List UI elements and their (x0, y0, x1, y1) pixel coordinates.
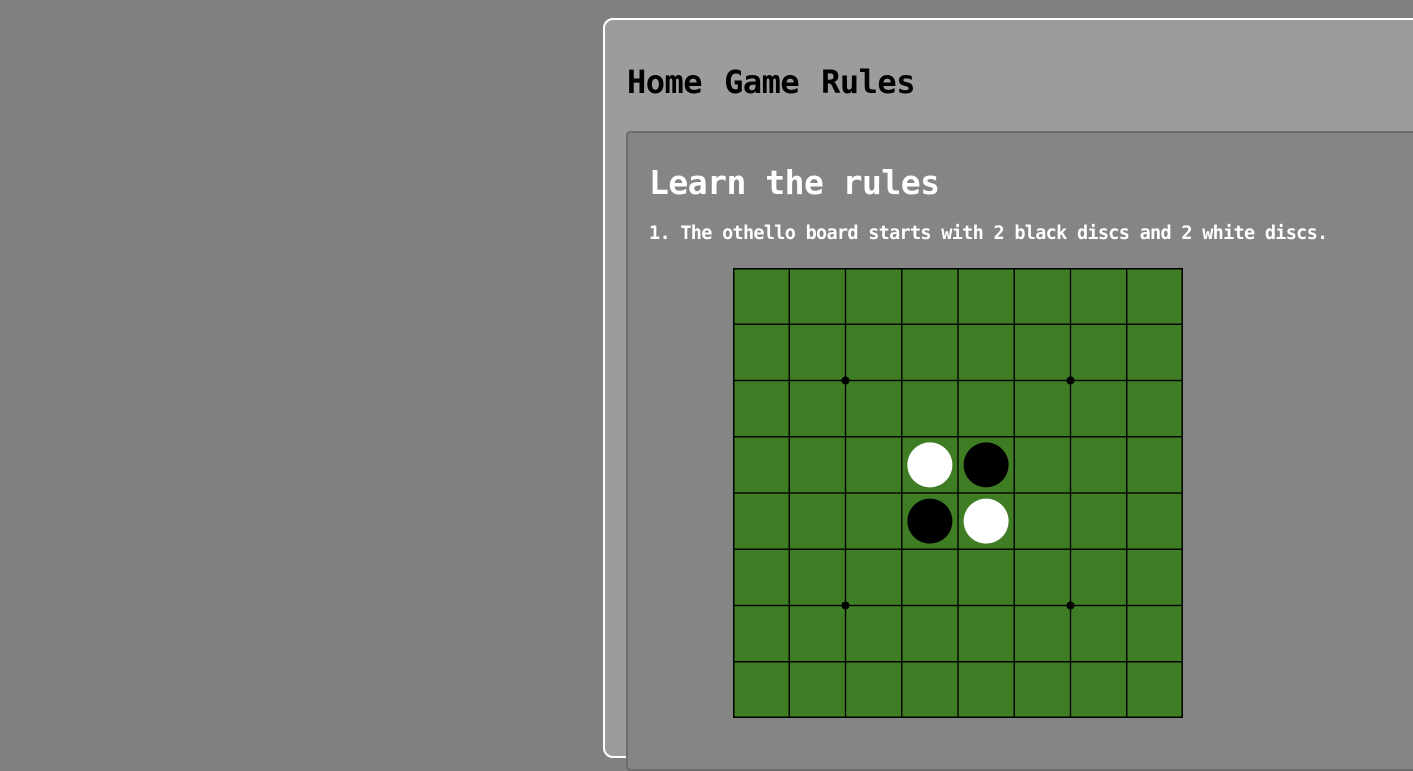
board-cell[interactable] (844, 661, 903, 718)
board-star-point (1066, 376, 1075, 385)
board-cell[interactable] (1069, 661, 1128, 718)
board-cell[interactable] (733, 436, 790, 494)
board-cell[interactable] (957, 379, 1015, 438)
board-cell[interactable] (844, 268, 903, 325)
board-cell[interactable] (901, 661, 959, 718)
board-cell[interactable] (788, 379, 847, 438)
board-cell[interactable] (733, 379, 790, 438)
board-cell[interactable] (1013, 436, 1072, 494)
board-cell[interactable] (1069, 492, 1128, 550)
nav-game-link[interactable]: Game (724, 62, 800, 102)
black-disc (963, 442, 1009, 488)
nav-home-link[interactable]: Home (627, 62, 703, 102)
board-cell[interactable] (844, 548, 903, 607)
white-disc (963, 498, 1009, 544)
board-cell[interactable] (788, 268, 847, 325)
board-cell[interactable] (957, 604, 1015, 663)
board-cell[interactable] (1013, 492, 1072, 550)
board-cell[interactable] (1126, 436, 1183, 494)
board-cell[interactable] (1069, 436, 1128, 494)
board-cell[interactable] (1126, 548, 1183, 607)
rule-step-1: 1. The othello board starts with 2 black… (649, 223, 1328, 244)
board-cell[interactable] (1013, 323, 1072, 382)
othello-board (733, 268, 1183, 718)
board-cell[interactable] (1069, 379, 1128, 438)
board-cell[interactable] (1126, 323, 1183, 382)
black-disc (907, 498, 953, 544)
board-cell[interactable] (1069, 604, 1128, 663)
board-cell[interactable] (788, 436, 847, 494)
board-cell[interactable] (957, 548, 1015, 607)
board-cell[interactable] (788, 323, 847, 382)
board-cell[interactable] (1069, 268, 1128, 325)
board-cell[interactable] (1069, 323, 1128, 382)
board-cell[interactable] (1013, 604, 1072, 663)
board-cell[interactable] (733, 492, 790, 550)
board-cell[interactable] (844, 436, 903, 494)
board-cell[interactable] (788, 661, 847, 718)
board-cell[interactable] (901, 548, 959, 607)
board-cell[interactable] (844, 492, 903, 550)
nav-rules-link[interactable]: Rules (821, 62, 915, 102)
board-cell[interactable] (1126, 492, 1183, 550)
board-cell[interactable] (788, 604, 847, 663)
board-cell[interactable] (733, 268, 790, 325)
board-cell[interactable] (733, 323, 790, 382)
board-cell[interactable] (1126, 268, 1183, 325)
board-cell[interactable] (788, 548, 847, 607)
board-cell[interactable] (901, 268, 959, 325)
board-cell[interactable] (1069, 548, 1128, 607)
board-cell[interactable] (957, 323, 1015, 382)
top-nav: Home Game Rules (627, 62, 915, 102)
board-cell[interactable] (1013, 268, 1072, 325)
app-window: Home Game Rules Learn the rules 1. The o… (603, 18, 1413, 771)
board-cell[interactable] (901, 323, 959, 382)
board-cell[interactable] (1013, 379, 1072, 438)
board-cell[interactable] (788, 492, 847, 550)
board-cell[interactable] (1126, 661, 1183, 718)
board-cell[interactable] (901, 379, 959, 438)
board-cell[interactable] (844, 604, 903, 663)
rules-heading: Learn the rules (649, 163, 940, 202)
board-cell[interactable] (901, 604, 959, 663)
board-cell[interactable] (844, 323, 903, 382)
white-disc (907, 442, 953, 488)
board-cell[interactable] (1013, 661, 1072, 718)
board-star-point (1066, 601, 1075, 610)
board-cell[interactable] (733, 548, 790, 607)
rules-panel: Learn the rules 1. The othello board sta… (626, 131, 1413, 771)
board-cell[interactable] (844, 379, 903, 438)
board-cell[interactable] (957, 661, 1015, 718)
board-cell[interactable] (1126, 604, 1183, 663)
board-cell[interactable] (1126, 379, 1183, 438)
board-grid (733, 268, 1183, 718)
board-cell[interactable] (1013, 548, 1072, 607)
board-star-point (841, 376, 850, 385)
board-cell[interactable] (733, 604, 790, 663)
board-cell[interactable] (957, 268, 1015, 325)
board-star-point (841, 601, 850, 610)
board-cell[interactable] (733, 661, 790, 718)
